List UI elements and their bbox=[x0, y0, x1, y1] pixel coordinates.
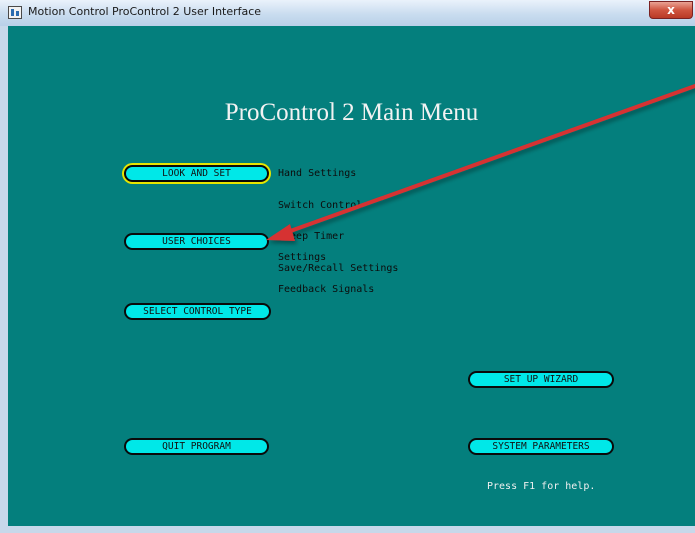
annotation-arrow bbox=[266, 84, 695, 241]
application-window: Motion Control ProControl 2 User Interfa… bbox=[0, 0, 695, 533]
arrow-shape bbox=[266, 84, 695, 241]
